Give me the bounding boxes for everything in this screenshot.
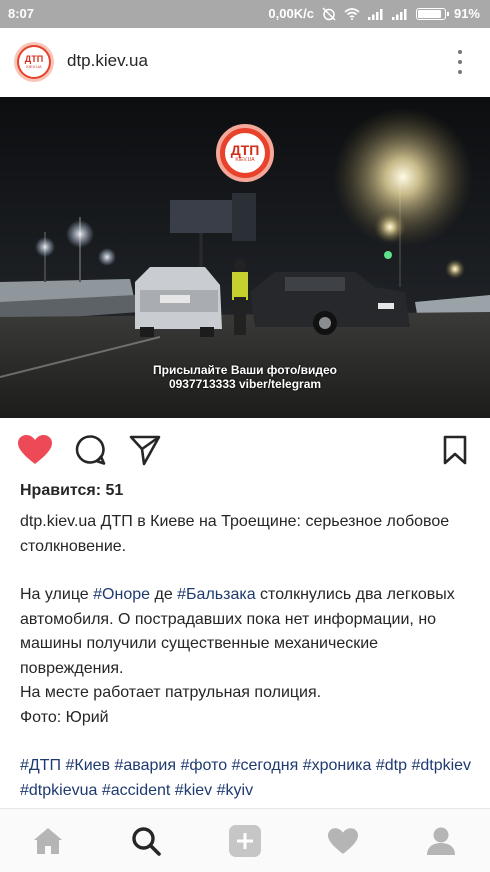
more-options-icon[interactable] — [456, 50, 464, 74]
hashtag-link[interactable]: #ДТП — [20, 757, 61, 774]
post-caption: dtp.kiev.ua ДТП в Киеве на Троещине: сер… — [20, 510, 475, 803]
bookmark-icon[interactable] — [437, 432, 473, 468]
battery-icon — [415, 7, 449, 20]
profile-icon[interactable] — [423, 823, 459, 859]
avatar-logo-subtext: KIEV.UA — [26, 64, 42, 69]
post-username[interactable]: dtp.kiev.ua — [67, 51, 148, 71]
photo-watermark-line1: Присылайте Ваши фото/видео — [153, 363, 337, 377]
status-bar: 8:07 0,00K/c 91% — [0, 0, 490, 28]
avatar-logo-text: ДТП — [24, 54, 44, 64]
home-icon[interactable] — [30, 823, 66, 859]
hashtag-link[interactable]: #хроника — [303, 757, 372, 774]
photo-logo-text: ДТП — [230, 142, 260, 158]
caption-body-paragraph: На улице #Оноре де #Бальзака столкнулись… — [20, 583, 475, 681]
caption-text: де — [150, 586, 178, 603]
hashtag-link[interactable]: #dtpkievua — [20, 782, 97, 799]
caption-photo-credit: Фото: Юрий — [20, 708, 109, 726]
hashtag-link[interactable]: #accident — [102, 782, 171, 799]
likes-count[interactable]: Нравится: 51 — [20, 482, 123, 500]
search-icon[interactable] — [128, 823, 164, 859]
caption-text: На улице — [20, 586, 94, 603]
hashtag-link[interactable]: #Бальзака — [177, 586, 255, 603]
hashtag-link[interactable]: #Оноре — [93, 586, 150, 603]
hashtag-link[interactable]: #авария — [114, 757, 176, 774]
bottom-navigation — [0, 808, 490, 872]
caption-title-paragraph: dtp.kiev.ua ДТП в Киеве на Троещине: сер… — [20, 510, 475, 559]
caption-police-line: На месте работает патрульная полиция. — [20, 684, 322, 701]
photo-logo-watermark: ДТП KIEV.UA — [216, 124, 274, 182]
comment-icon[interactable] — [72, 432, 108, 468]
photo-logo-subtext: KIEV.UA — [235, 157, 255, 163]
alarm-off-icon — [322, 6, 336, 21]
hashtag-link[interactable]: #dtpkiev — [411, 757, 471, 774]
heart-icon[interactable] — [17, 432, 53, 468]
battery-level — [417, 9, 442, 18]
photo-logo-inner: ДТП KIEV.UA — [225, 133, 265, 173]
photo-watermark-line2: 0937713333 viber/telegram — [168, 377, 322, 391]
hashtag-link[interactable]: #kiev — [175, 782, 212, 799]
hashtag-link[interactable]: #сегодня — [232, 757, 299, 774]
avatar-logo: ДТП KIEV.UA — [19, 47, 49, 77]
post-header: ДТП KIEV.UA dtp.kiev.ua — [0, 28, 490, 96]
hashtag-link[interactable]: #kyiv — [217, 782, 253, 799]
status-time: 8:07 — [8, 6, 35, 21]
post-photo[interactable]: ДТП KIEV.UA Присылайте Ваши фото/видео 0… — [0, 97, 490, 418]
wifi-icon — [344, 7, 360, 20]
activity-heart-icon[interactable] — [325, 823, 361, 859]
signal-icon-sim2 — [391, 8, 408, 20]
caption-username[interactable]: dtp.kiev.ua — [20, 513, 96, 530]
battery-percent: 91% — [453, 6, 480, 21]
hashtag-link[interactable]: #фото — [180, 757, 227, 774]
status-indicators: 0,00K/c 91% — [268, 6, 480, 21]
avatar[interactable]: ДТП KIEV.UA — [14, 42, 54, 82]
network-speed: 0,00K/c — [268, 6, 314, 21]
post-actions — [0, 420, 490, 480]
caption-hashtags: #ДТП #Киев #авария #фото #сегодня #хрони… — [20, 754, 475, 803]
hashtag-link[interactable]: #dtp — [376, 757, 407, 774]
send-icon[interactable] — [127, 432, 163, 468]
signal-icon-sim1 — [367, 8, 384, 20]
hashtag-link[interactable]: #Киев — [65, 757, 110, 774]
add-post-icon[interactable] — [227, 823, 263, 859]
